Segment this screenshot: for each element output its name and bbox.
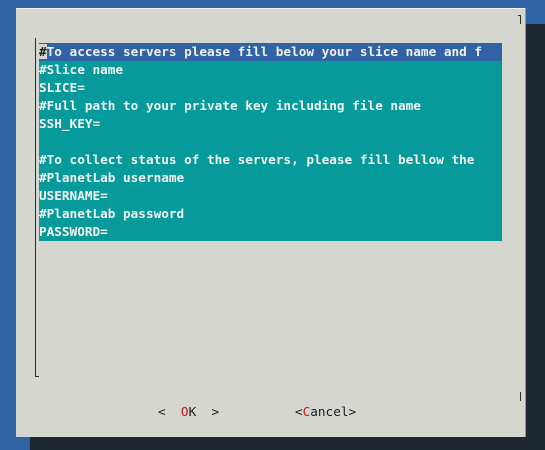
text-line-1[interactable]: #To access servers please fill below you… — [39, 43, 502, 61]
scroll-indicator-top — [520, 15, 521, 24]
text-cursor: # — [39, 44, 47, 59]
ok-button-hotkey: O — [180, 404, 189, 419]
text-line-7[interactable]: #To collect status of the servers, pleas… — [39, 151, 502, 169]
cancel-button-right-bracket: > — [348, 404, 357, 419]
text-line-8[interactable]: #PlanetLab username — [39, 169, 502, 187]
text-line-3[interactable]: SLICE= — [39, 79, 502, 97]
config-text-editor[interactable]: #To access servers please fill below you… — [39, 43, 502, 241]
text-line-11[interactable]: PASSWORD= — [39, 223, 502, 241]
scroll-indicator-top-cap — [518, 15, 521, 16]
dialog-shadow-right — [526, 24, 545, 450]
text-line-1-rest: To access servers please fill below your… — [46, 44, 483, 59]
dialog-top-edge — [16, 8, 526, 9]
text-line-5[interactable]: SSH_KEY= — [39, 115, 502, 133]
ok-button-right-bracket: > — [196, 404, 220, 419]
textbox-left-border — [35, 38, 36, 377]
text-line-2[interactable]: #Slice name — [39, 61, 502, 79]
cancel-button[interactable]: <Cancel> — [295, 402, 356, 422]
dialog-shadow-bottom — [30, 437, 545, 450]
textbox-bottom-corner — [35, 376, 39, 377]
scroll-indicator-bottom — [520, 392, 521, 401]
ok-button[interactable]: < OK > — [158, 402, 219, 422]
dialog-buttons: < OK > <Cancel> — [16, 402, 526, 422]
text-line-10[interactable]: #PlanetLab password — [39, 205, 502, 223]
text-line-9[interactable]: USERNAME= — [39, 187, 502, 205]
text-line-4[interactable]: #Full path to your private key including… — [39, 97, 502, 115]
cancel-button-left-bracket: < — [295, 404, 303, 419]
ok-button-left-bracket: < — [158, 404, 181, 419]
text-line-6[interactable] — [39, 133, 502, 151]
dialog-right-edge — [525, 8, 526, 437]
cancel-button-label-rest: ancel — [310, 404, 349, 419]
